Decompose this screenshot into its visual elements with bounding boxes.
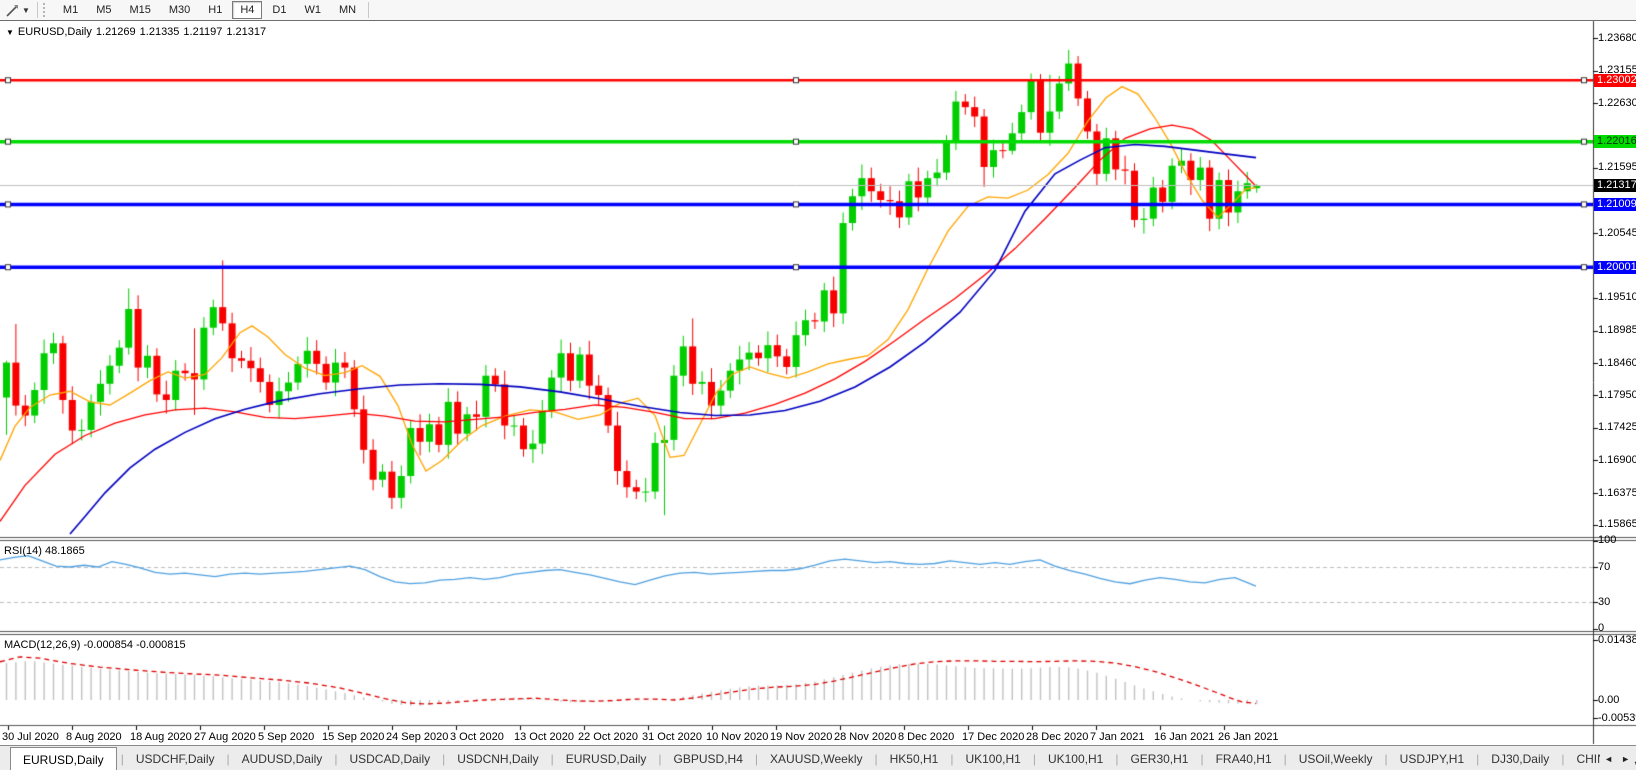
date-axis-label: 27 Aug 2020 [194,731,256,743]
rsi-axis-tick: 70 [1598,560,1611,573]
draw-line-tool-icon[interactable] [3,2,21,18]
chart-tab-usdcad-daily[interactable]: USDCAD,Daily [337,746,442,770]
price-axis-tick: 1.16900 [1598,453,1636,466]
chart-tab-uk100-h1[interactable]: UK100,H1 [1036,746,1115,770]
date-axis-label: 5 Sep 2020 [258,731,315,743]
timeframe-button-mn[interactable]: MN [331,1,364,19]
chart-tab-ger30-h1[interactable]: GER30,H1 [1118,746,1200,770]
toolbar-separator [36,2,38,18]
macd-axis-tick: -0.00539 [1598,711,1636,724]
chart-tab-eurusd-daily[interactable]: EURUSD,Daily [10,747,117,770]
tool-dropdown-caret[interactable]: ▼ [22,6,30,15]
tab-scroll-left-icon[interactable]: ◄ [1604,754,1613,764]
toolbar: ▼ M1 M5 M15 M30 H1 H4 D1 W1 MN [0,0,1636,21]
date-axis-label: 17 Dec 2020 [962,731,1025,743]
date-axis-label: 18 Aug 2020 [130,731,192,743]
date-axis-label: 16 Jan 2021 [1154,731,1215,743]
timeframe-button-m15[interactable]: M15 [121,1,158,19]
price-axis-tick: 1.17950 [1598,388,1636,401]
date-axis-label: 19 Nov 2020 [770,731,833,743]
hline-price-tag: 1.22016 [1594,135,1636,149]
chart-tab-usoil-weekly[interactable]: USOil,Weekly [1287,746,1385,770]
date-axis-label: 28 Dec 2020 [1026,731,1089,743]
date-axis-label: 28 Nov 2020 [834,731,897,743]
date-axis-label: 8 Aug 2020 [66,731,122,743]
rsi-axis-tick: 100 [1598,534,1617,547]
chart-tab-audusd-daily[interactable]: AUDUSD,Daily [230,746,335,770]
chart-tab-bar: EURUSD,Daily | USDCHF,Daily | AUDUSD,Daily | U… [0,745,1636,770]
chart-tab-usdchf-daily[interactable]: USDCHF,Daily [124,746,227,770]
symbol-label: EURUSD,Daily [17,26,92,38]
current-price-tag: 1.21317 [1594,178,1636,192]
date-axis-label: 22 Oct 2020 [578,731,638,743]
date-axis-label: 15 Sep 2020 [322,731,385,743]
rsi-axis-tick: 30 [1598,595,1611,608]
chart-tab-uk100-h1[interactable]: UK100,H1 [953,746,1032,770]
price-axis-tick: 1.21595 [1598,161,1636,174]
timeframe-button-m5[interactable]: M5 [88,1,119,19]
date-axis-label: 24 Sep 2020 [386,731,449,743]
collapse-chart-icon[interactable]: ▼ [6,28,14,37]
ohlc-high: 1.21335 [139,26,180,38]
date-axis-label: 30 Jul 2020 [2,731,59,743]
ohlc-close: 1.21317 [226,26,267,38]
price-axis-tick: 1.20545 [1598,226,1636,239]
rsi-label: RSI(14) 48.1865 [4,545,85,557]
chart-tab-xauusd-weekly[interactable]: XAUUSD,Weekly [758,746,874,770]
price-axis-tick: 1.15865 [1598,518,1636,531]
hline-price-tag: 1.21009 [1594,197,1636,211]
macd-label: MACD(12,26,9) -0.000854 -0.000815 [4,639,186,651]
timeframe-button-m1[interactable]: M1 [55,1,86,19]
hline-price-tag: 1.23002 [1594,73,1636,87]
rsi-value: 48.1865 [44,545,85,557]
ohlc-open: 1.21269 [95,26,136,38]
timeframe-buttons: M1 M5 M15 M30 H1 H4 D1 W1 MN [54,1,365,19]
hline-price-tag: 1.20001 [1594,260,1636,274]
chart-tab-gbpusd-h4[interactable]: GBPUSD,H4 [662,746,755,770]
date-axis-label: 8 Dec 2020 [898,731,955,743]
mt4-terminal: { "toolbar": { "tool_icon": "draw-line-t… [0,0,1636,770]
timeframe-button-m30[interactable]: M30 [161,1,198,19]
date-axis-label: 7 Jan 2021 [1090,731,1145,743]
chart-tab-eurusd-daily[interactable]: EURUSD,Daily [554,746,659,770]
chart-tab-dj30-daily[interactable]: DJ30,Daily [1479,746,1561,770]
price-axis-tick: 1.18460 [1598,356,1636,369]
ohlc-low: 1.21197 [183,26,223,38]
chart-tab-usdjpy-h1[interactable]: USDJPY,H1 [1388,746,1476,770]
timeframe-button-d1[interactable]: D1 [264,1,294,19]
macd-axis-tick: 0.00 [1598,693,1620,706]
timeframe-button-h4[interactable]: H4 [232,1,263,19]
price-chart-canvas[interactable] [0,0,1636,770]
timeframe-button-h1[interactable]: H1 [200,1,230,19]
date-axis-label: 26 Jan 2021 [1218,731,1279,743]
price-axis-tick: 1.22630 [1598,96,1636,109]
chart-header: ▼ EURUSD,Daily 1.21269 1.21335 1.21197 1… [6,26,266,38]
toolbar-separator [368,2,370,18]
price-axis-tick: 1.18985 [1598,324,1636,337]
chart-tab-usdcnh-daily[interactable]: USDCNH,Daily [445,746,550,770]
price-axis-tick: 1.23680 [1598,31,1636,44]
macd-axis-tick: 0.014384 [1598,633,1636,646]
timeframe-button-w1[interactable]: W1 [296,1,329,19]
date-axis-label: 10 Nov 2020 [706,731,769,743]
tab-scroll-right-icon[interactable]: ► [1621,754,1630,764]
macd-values: -0.000854 -0.000815 [83,639,186,651]
price-axis-tick: 1.17425 [1598,421,1636,434]
chart-tab-hk50-h1[interactable]: HK50,H1 [878,746,951,770]
date-axis-label: 31 Oct 2020 [642,731,702,743]
chart-tab-fra40-h1[interactable]: FRA40,H1 [1204,746,1284,770]
price-axis-tick: 1.19510 [1598,291,1636,304]
date-axis-label: 3 Oct 2020 [450,731,504,743]
toolbar-grip[interactable] [42,3,49,17]
price-axis-tick: 1.16375 [1598,486,1636,499]
tab-scroll-buttons: ◄ ► [1600,746,1634,770]
date-axis-label: 13 Oct 2020 [514,731,574,743]
